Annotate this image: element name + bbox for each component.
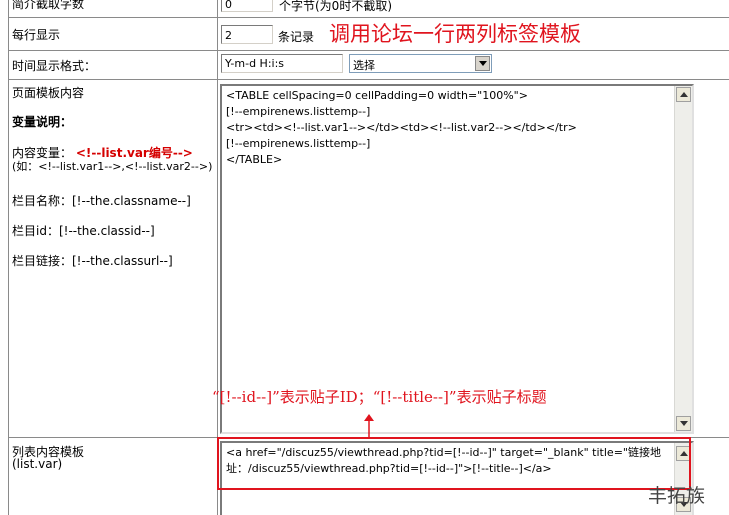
annotation-note: “[!--id--]”表示贴子ID；“[!--title--]”表示贴子标题 <box>212 388 547 406</box>
trunc-input[interactable]: 0 <box>221 0 273 12</box>
svg-text:丰拓族: 丰拓族 <box>648 485 705 507</box>
list-template-highlight <box>217 437 691 490</box>
page-template-scrollbar[interactable] <box>674 86 692 432</box>
per-row-label: 每行显示 <box>12 28 61 42</box>
watermark-logo: 丰拓族 <box>648 485 705 507</box>
scroll-down-icon[interactable] <box>676 416 691 431</box>
time-format-select[interactable]: 选择 <box>349 54 492 73</box>
annotation-title: 调用论坛一行两列标签模板 <box>329 22 581 46</box>
row-divider-3 <box>8 79 729 80</box>
time-format-input[interactable]: Y-m-d H:i:s <box>221 54 343 73</box>
per-row-unit: 条记录 <box>278 30 315 44</box>
row-divider-2 <box>8 50 729 51</box>
var-desc-title: 变量说明： <box>12 115 73 129</box>
list-template-sublabel: (list.var) <box>12 457 63 471</box>
time-format-select-value: 选择 <box>353 59 375 72</box>
page-template-textarea[interactable]: <TABLE cellSpacing=0 cellPadding=0 width… <box>220 84 694 434</box>
classurl-var: 栏目链接：[!--the.classurl--] <box>12 254 173 268</box>
page-template-text: <TABLE cellSpacing=0 cellPadding=0 width… <box>226 89 577 166</box>
classname-var: 栏目名称：[!--the.classname--] <box>12 194 191 208</box>
classid-var: 栏目id：[!--the.classid--] <box>12 224 155 238</box>
content-var-example: (如：<!--list.var1-->,<!--list.var2-->) <box>12 160 213 173</box>
chevron-down-icon[interactable] <box>475 56 490 71</box>
trunc-unit: 个字节(为0时不截取) <box>279 0 392 13</box>
scroll-up-icon[interactable] <box>676 87 691 102</box>
trunc-label: 简介截取字数 <box>12 0 85 11</box>
per-row-input[interactable]: 2 <box>221 25 273 44</box>
time-format-label: 时间显示格式： <box>12 59 97 73</box>
page-template-label: 页面模板内容 <box>12 86 85 100</box>
